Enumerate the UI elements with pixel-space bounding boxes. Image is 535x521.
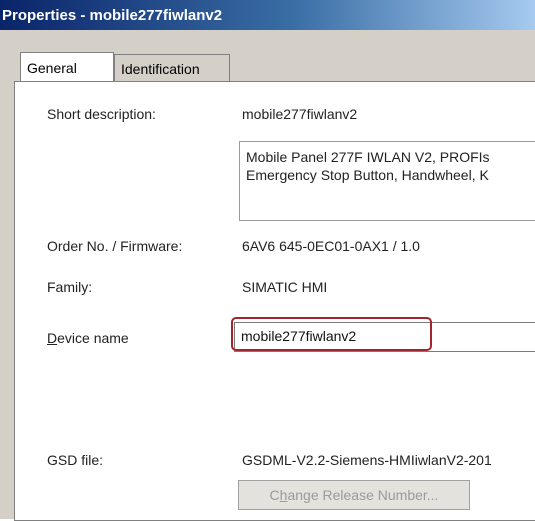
order-no-value: 6AV6 645-0EC01-0AX1 / 1.0 <box>242 238 420 254</box>
window-title: Properties - mobile277fiwlanv2 <box>2 6 223 24</box>
tab-general[interactable]: General <box>20 52 114 82</box>
short-description-value: mobile277fiwlanv2 <box>242 106 358 122</box>
device-name-input-value: mobile277fiwlanv2 <box>241 328 357 344</box>
gsd-file-label: GSD file: <box>47 452 104 468</box>
description-line-1: Mobile Panel 277F IWLAN V2, PROFIs <box>246 149 490 165</box>
device-name-label-rest: evice name <box>57 330 129 346</box>
family-value: SIMATIC HMI <box>242 279 328 295</box>
device-name-label: Device name <box>47 330 129 346</box>
order-no-label: Order No. / Firmware: <box>47 238 183 254</box>
tab-general-label: General <box>27 59 77 76</box>
change-release-number-button[interactable]: Ch ange Release Number... <box>238 480 470 510</box>
change-release-pre: C <box>269 487 280 503</box>
short-description-label: Short description: <box>47 106 156 122</box>
change-release-mnemonic: h <box>279 487 288 503</box>
device-name-mnemonic: D <box>47 330 58 346</box>
description-line-2: Emergency Stop Button, Handwheel, K <box>246 167 489 183</box>
change-release-post: ange Release Number... <box>287 487 439 503</box>
tab-identification-label: Identification <box>121 60 200 77</box>
gsd-file-value: GSDML-V2.2-Siemens-HMIiwlanV2-201 <box>242 452 492 468</box>
family-label: Family: <box>47 279 93 295</box>
window-titlebar: Properties - mobile277fiwlanv2 <box>0 0 535 30</box>
description-textbox[interactable]: Mobile Panel 277F IWLAN V2, PROFIs Emerg… <box>239 141 535 221</box>
device-name-input[interactable]: mobile277fiwlanv2 <box>234 322 535 352</box>
tab-identification[interactable]: Identification <box>114 54 230 82</box>
